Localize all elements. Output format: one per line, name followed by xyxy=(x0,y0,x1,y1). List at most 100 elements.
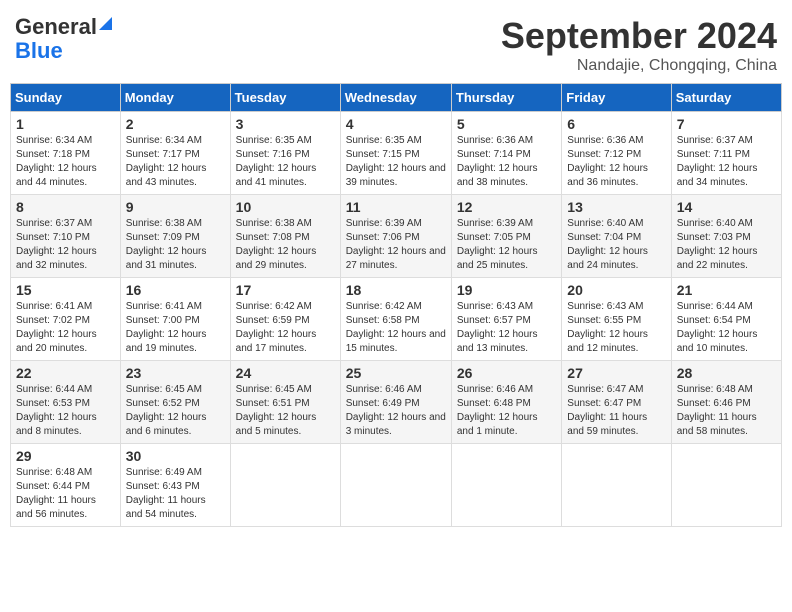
calendar-cell: 11 Sunrise: 6:39 AMSunset: 7:06 PMDaylig… xyxy=(340,195,451,278)
day-info: Sunrise: 6:38 AMSunset: 7:09 PMDaylight:… xyxy=(126,218,207,271)
col-friday: Friday xyxy=(562,84,671,112)
page-title: September 2024 xyxy=(501,15,777,57)
day-number: 13 xyxy=(567,199,665,215)
calendar-cell: 4 Sunrise: 6:35 AMSunset: 7:15 PMDayligh… xyxy=(340,112,451,195)
day-number: 4 xyxy=(346,116,446,132)
col-sunday: Sunday xyxy=(11,84,121,112)
calendar-cell: 23 Sunrise: 6:45 AMSunset: 6:52 PMDaylig… xyxy=(120,361,230,444)
day-info: Sunrise: 6:42 AMSunset: 6:58 PMDaylight:… xyxy=(346,301,446,354)
calendar-cell: 15 Sunrise: 6:41 AMSunset: 7:02 PMDaylig… xyxy=(11,278,121,361)
calendar-cell: 29 Sunrise: 6:48 AMSunset: 6:44 PMDaylig… xyxy=(11,444,121,527)
day-info: Sunrise: 6:46 AMSunset: 6:49 PMDaylight:… xyxy=(346,384,446,437)
day-number: 25 xyxy=(346,365,446,381)
day-info: Sunrise: 6:46 AMSunset: 6:48 PMDaylight:… xyxy=(457,384,538,437)
day-number: 1 xyxy=(16,116,115,132)
calendar-cell: 16 Sunrise: 6:41 AMSunset: 7:00 PMDaylig… xyxy=(120,278,230,361)
calendar-week-5: 29 Sunrise: 6:48 AMSunset: 6:44 PMDaylig… xyxy=(11,444,782,527)
day-info: Sunrise: 6:35 AMSunset: 7:15 PMDaylight:… xyxy=(346,135,446,188)
day-info: Sunrise: 6:44 AMSunset: 6:53 PMDaylight:… xyxy=(16,384,97,437)
day-info: Sunrise: 6:35 AMSunset: 7:16 PMDaylight:… xyxy=(236,135,317,188)
col-thursday: Thursday xyxy=(451,84,561,112)
calendar-cell: 8 Sunrise: 6:37 AMSunset: 7:10 PMDayligh… xyxy=(11,195,121,278)
day-info: Sunrise: 6:45 AMSunset: 6:52 PMDaylight:… xyxy=(126,384,207,437)
calendar-cell: 12 Sunrise: 6:39 AMSunset: 7:05 PMDaylig… xyxy=(451,195,561,278)
calendar-cell xyxy=(671,444,781,527)
calendar-cell: 27 Sunrise: 6:47 AMSunset: 6:47 PMDaylig… xyxy=(562,361,671,444)
day-number: 15 xyxy=(16,282,115,298)
day-number: 2 xyxy=(126,116,225,132)
day-number: 11 xyxy=(346,199,446,215)
day-number: 14 xyxy=(677,199,776,215)
day-info: Sunrise: 6:36 AMSunset: 7:14 PMDaylight:… xyxy=(457,135,538,188)
day-number: 19 xyxy=(457,282,556,298)
day-number: 16 xyxy=(126,282,225,298)
calendar-cell: 10 Sunrise: 6:38 AMSunset: 7:08 PMDaylig… xyxy=(230,195,340,278)
day-number: 30 xyxy=(126,448,225,464)
day-number: 22 xyxy=(16,365,115,381)
calendar-cell xyxy=(562,444,671,527)
col-monday: Monday xyxy=(120,84,230,112)
day-number: 27 xyxy=(567,365,665,381)
day-number: 6 xyxy=(567,116,665,132)
day-info: Sunrise: 6:43 AMSunset: 6:57 PMDaylight:… xyxy=(457,301,538,354)
day-number: 24 xyxy=(236,365,335,381)
calendar-cell: 18 Sunrise: 6:42 AMSunset: 6:58 PMDaylig… xyxy=(340,278,451,361)
logo-general: General xyxy=(15,14,97,39)
logo-blue: Blue xyxy=(15,39,63,63)
calendar-cell xyxy=(230,444,340,527)
calendar-cell: 30 Sunrise: 6:49 AMSunset: 6:43 PMDaylig… xyxy=(120,444,230,527)
day-info: Sunrise: 6:43 AMSunset: 6:55 PMDaylight:… xyxy=(567,301,648,354)
calendar-cell: 22 Sunrise: 6:44 AMSunset: 6:53 PMDaylig… xyxy=(11,361,121,444)
calendar-week-2: 8 Sunrise: 6:37 AMSunset: 7:10 PMDayligh… xyxy=(11,195,782,278)
calendar-week-3: 15 Sunrise: 6:41 AMSunset: 7:02 PMDaylig… xyxy=(11,278,782,361)
calendar-cell: 7 Sunrise: 6:37 AMSunset: 7:11 PMDayligh… xyxy=(671,112,781,195)
calendar-cell: 24 Sunrise: 6:45 AMSunset: 6:51 PMDaylig… xyxy=(230,361,340,444)
col-tuesday: Tuesday xyxy=(230,84,340,112)
calendar-cell: 6 Sunrise: 6:36 AMSunset: 7:12 PMDayligh… xyxy=(562,112,671,195)
calendar-cell: 13 Sunrise: 6:40 AMSunset: 7:04 PMDaylig… xyxy=(562,195,671,278)
day-number: 3 xyxy=(236,116,335,132)
day-info: Sunrise: 6:49 AMSunset: 6:43 PMDaylight:… xyxy=(126,467,206,520)
page-subtitle: Nandajie, Chongqing, China xyxy=(501,57,777,75)
day-number: 12 xyxy=(457,199,556,215)
logo-triangle-icon xyxy=(99,17,112,30)
day-info: Sunrise: 6:39 AMSunset: 7:05 PMDaylight:… xyxy=(457,218,538,271)
day-info: Sunrise: 6:45 AMSunset: 6:51 PMDaylight:… xyxy=(236,384,317,437)
day-info: Sunrise: 6:37 AMSunset: 7:10 PMDaylight:… xyxy=(16,218,97,271)
day-info: Sunrise: 6:41 AMSunset: 7:02 PMDaylight:… xyxy=(16,301,97,354)
calendar-table: Sunday Monday Tuesday Wednesday Thursday… xyxy=(10,83,782,527)
day-info: Sunrise: 6:40 AMSunset: 7:03 PMDaylight:… xyxy=(677,218,758,271)
calendar-week-4: 22 Sunrise: 6:44 AMSunset: 6:53 PMDaylig… xyxy=(11,361,782,444)
calendar-cell: 5 Sunrise: 6:36 AMSunset: 7:14 PMDayligh… xyxy=(451,112,561,195)
calendar-cell: 9 Sunrise: 6:38 AMSunset: 7:09 PMDayligh… xyxy=(120,195,230,278)
calendar-week-1: 1 Sunrise: 6:34 AMSunset: 7:18 PMDayligh… xyxy=(11,112,782,195)
calendar-cell: 1 Sunrise: 6:34 AMSunset: 7:18 PMDayligh… xyxy=(11,112,121,195)
day-number: 5 xyxy=(457,116,556,132)
day-info: Sunrise: 6:44 AMSunset: 6:54 PMDaylight:… xyxy=(677,301,758,354)
logo: General Blue xyxy=(15,15,112,63)
calendar-cell: 17 Sunrise: 6:42 AMSunset: 6:59 PMDaylig… xyxy=(230,278,340,361)
calendar-cell: 28 Sunrise: 6:48 AMSunset: 6:46 PMDaylig… xyxy=(671,361,781,444)
day-info: Sunrise: 6:41 AMSunset: 7:00 PMDaylight:… xyxy=(126,301,207,354)
day-number: 21 xyxy=(677,282,776,298)
day-number: 7 xyxy=(677,116,776,132)
calendar-cell: 14 Sunrise: 6:40 AMSunset: 7:03 PMDaylig… xyxy=(671,195,781,278)
calendar-cell: 26 Sunrise: 6:46 AMSunset: 6:48 PMDaylig… xyxy=(451,361,561,444)
calendar-cell: 25 Sunrise: 6:46 AMSunset: 6:49 PMDaylig… xyxy=(340,361,451,444)
day-number: 18 xyxy=(346,282,446,298)
day-info: Sunrise: 6:40 AMSunset: 7:04 PMDaylight:… xyxy=(567,218,648,271)
day-info: Sunrise: 6:34 AMSunset: 7:17 PMDaylight:… xyxy=(126,135,207,188)
day-info: Sunrise: 6:34 AMSunset: 7:18 PMDaylight:… xyxy=(16,135,97,188)
day-info: Sunrise: 6:37 AMSunset: 7:11 PMDaylight:… xyxy=(677,135,758,188)
col-saturday: Saturday xyxy=(671,84,781,112)
day-number: 28 xyxy=(677,365,776,381)
day-number: 17 xyxy=(236,282,335,298)
day-number: 26 xyxy=(457,365,556,381)
day-number: 10 xyxy=(236,199,335,215)
day-info: Sunrise: 6:36 AMSunset: 7:12 PMDaylight:… xyxy=(567,135,648,188)
calendar-cell xyxy=(451,444,561,527)
day-number: 20 xyxy=(567,282,665,298)
day-number: 29 xyxy=(16,448,115,464)
day-number: 23 xyxy=(126,365,225,381)
calendar-header-row: Sunday Monday Tuesday Wednesday Thursday… xyxy=(11,84,782,112)
